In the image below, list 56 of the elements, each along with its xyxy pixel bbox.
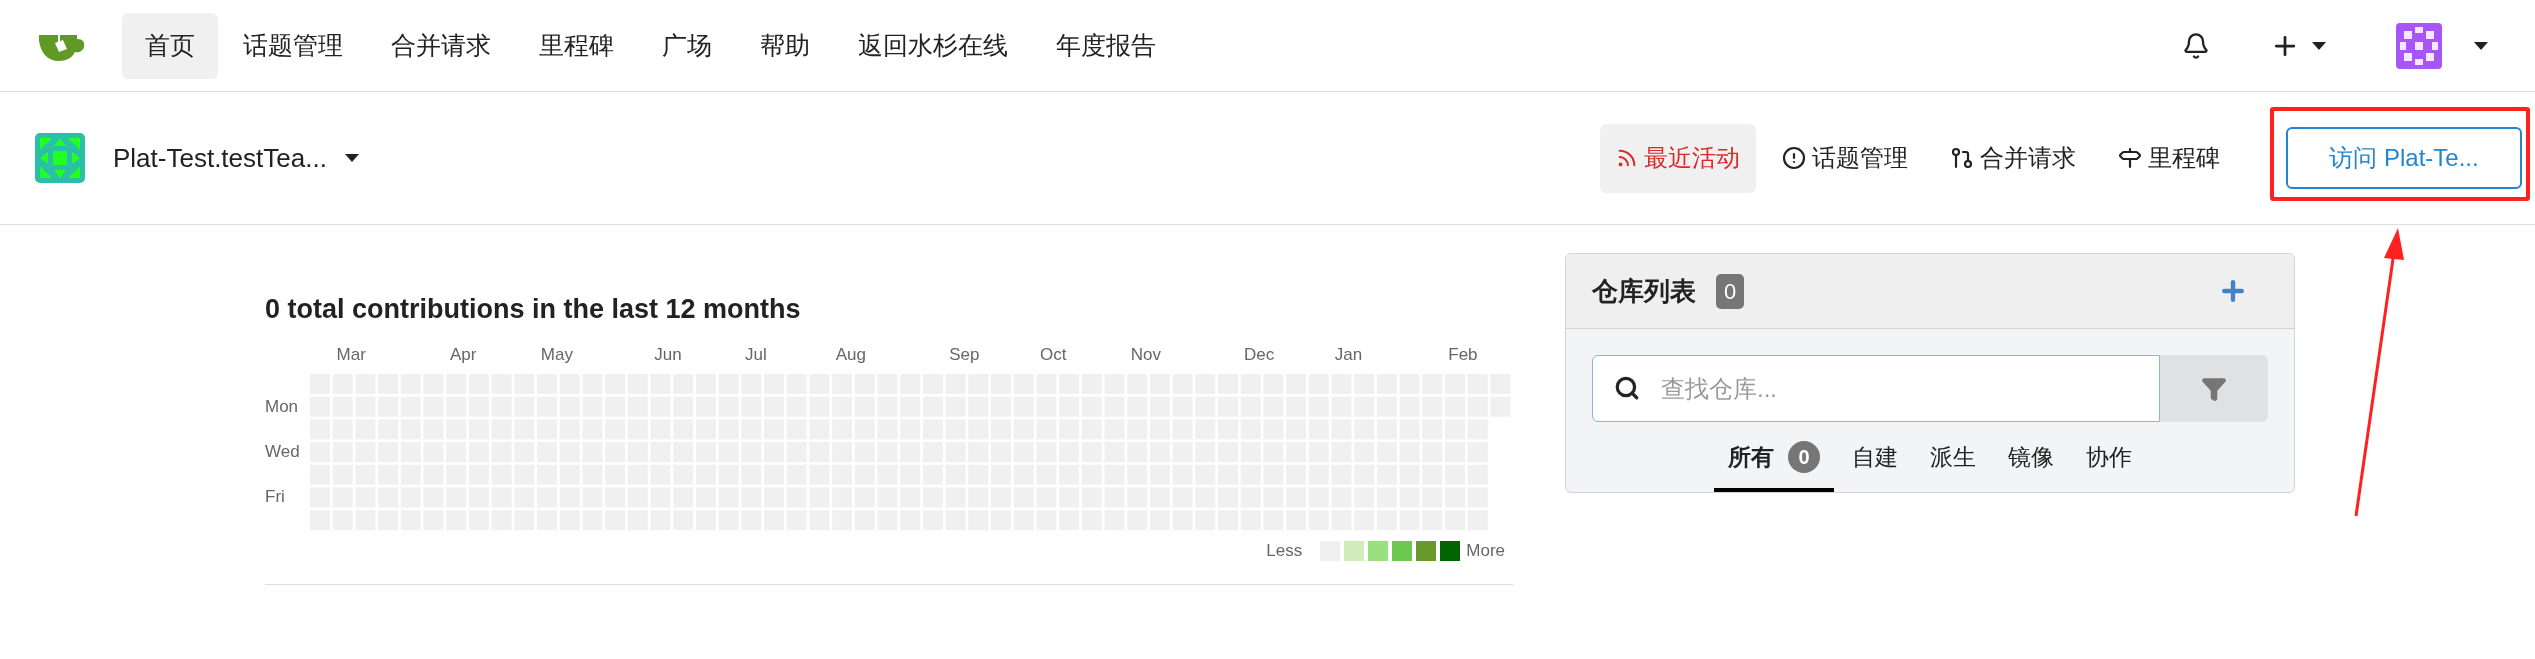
user-menu-button[interactable]: [2396, 22, 2488, 69]
month-label: Jun: [654, 343, 682, 366]
month-label: Jul: [744, 343, 767, 366]
month-label: Jan: [1334, 343, 1363, 366]
month-label: Apr: [450, 343, 477, 366]
nav-link[interactable]: 帮助: [737, 12, 833, 79]
month-label: Feb: [1448, 343, 1478, 366]
repository-tab[interactable]: 派生: [1916, 426, 1990, 492]
filter-button[interactable]: [2160, 355, 2268, 422]
organization-name: Plat-Test.testTea...: [113, 141, 327, 175]
nav-link[interactable]: 里程碑: [516, 12, 637, 79]
weekday-label: Wed: [265, 443, 300, 461]
month-label: Aug: [835, 343, 866, 366]
nav-link[interactable]: 年度报告: [1033, 12, 1179, 79]
repository-tab[interactable]: 镜像: [1994, 426, 2068, 492]
month-label: Sep: [949, 343, 980, 366]
legend-less-label: Less: [1266, 540, 1303, 563]
tab-count: 0: [1788, 441, 1820, 473]
context-tab[interactable]: 里程碑: [2102, 123, 2236, 193]
weekday-label: Mon: [265, 397, 299, 415]
caret-icon: [344, 154, 359, 162]
issue-icon: [1782, 146, 1806, 170]
repository-count: 0: [1716, 273, 1745, 309]
filter-icon: [2201, 375, 2227, 402]
context-tab[interactable]: 合并请求: [1934, 123, 2092, 193]
organization-switcher[interactable]: Plat-Test.testTea...: [35, 133, 359, 183]
context-tab[interactable]: 话题管理: [1766, 123, 1924, 193]
month-label: Oct: [1039, 343, 1067, 366]
visit-organization-button[interactable]: 访问 Plat-Te...: [2286, 127, 2522, 189]
caret-icon: [2474, 41, 2488, 50]
nav-link[interactable]: 首页: [122, 12, 218, 79]
pull-request-icon: [1950, 146, 1974, 170]
nav-link[interactable]: 广场: [639, 12, 735, 79]
repository-tab[interactable]: 所有 0: [1714, 426, 1834, 492]
month-label: Nov: [1130, 343, 1161, 366]
legend-more-label: More: [1466, 540, 1505, 563]
month-label: Dec: [1244, 343, 1275, 366]
repository-search-field[interactable]: 查找仓库...: [1592, 355, 2160, 422]
search-icon: [1614, 375, 1640, 401]
nav-link[interactable]: 话题管理: [220, 12, 366, 79]
nav-link[interactable]: 返回水杉在线: [835, 12, 1031, 79]
month-label: Mar: [336, 343, 366, 366]
panel-title: 仓库列表: [1592, 274, 1696, 308]
organization-avatar: [35, 133, 85, 183]
context-tab[interactable]: 最近活动: [1600, 123, 1756, 193]
notification-bell-icon[interactable]: [2182, 31, 2210, 60]
feed-icon: [1616, 147, 1638, 169]
weekday-label: Fri: [265, 488, 285, 506]
month-label: May: [540, 343, 573, 366]
user-avatar: [2396, 22, 2442, 69]
repository-tab[interactable]: 协作: [2072, 426, 2146, 492]
repository-tab[interactable]: 自建: [1838, 426, 1912, 492]
contributions-heading: 0 total contributions in the last 12 months: [265, 293, 802, 326]
signpost-icon: [2118, 146, 2142, 170]
caret-icon: [2312, 41, 2326, 50]
nav-link[interactable]: 合并请求: [368, 12, 514, 79]
